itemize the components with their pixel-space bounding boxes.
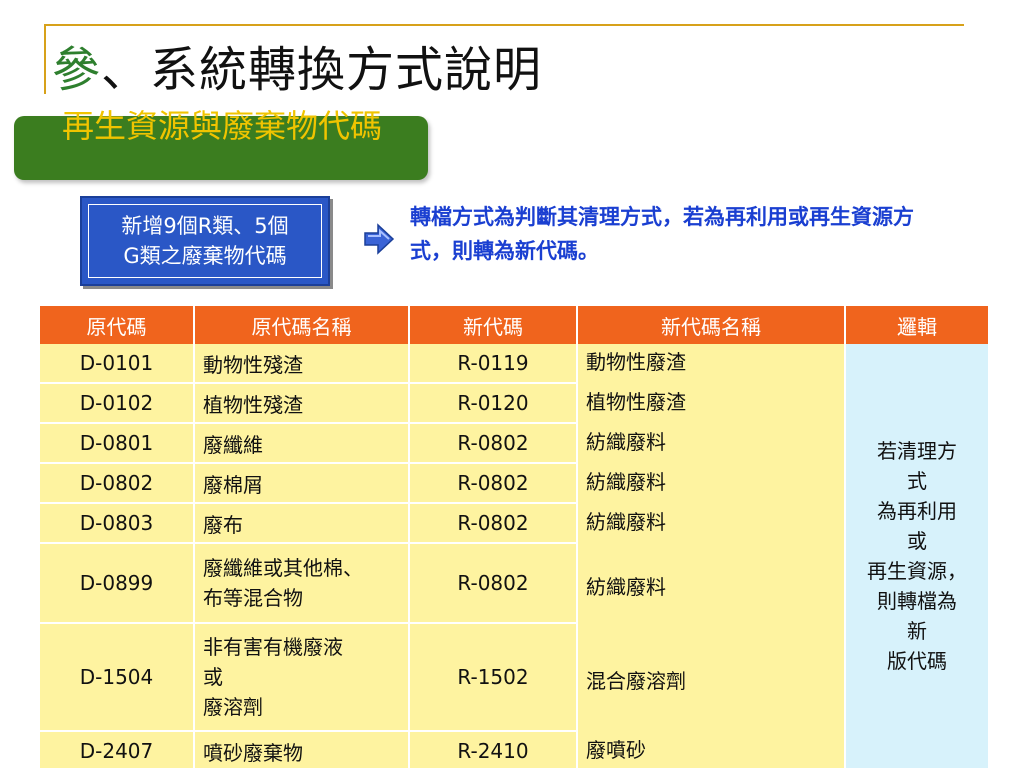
new-code-cell: R-1502 [410,624,578,732]
new-name-cell: 廢噴砂 [578,732,846,768]
new-codes-note-box: 新增9個R類、5個 G類之廢棄物代碼 [80,196,330,286]
table-row: D-0803 廢布 R-0802 紡織廢料 [40,504,988,544]
arrow-right-icon [364,223,395,255]
original-code-cell: D-0102 [40,384,195,424]
new-code-cell: R-0119 [410,344,578,384]
table-row: D-0102 植物性殘渣 R-0120 植物性廢渣 [40,384,988,424]
table-row: D-0801 廢纖維 R-0802 紡織廢料 [40,424,988,464]
original-name-line: 廢溶劑 [203,695,263,719]
logic-line: 若清理方 [877,439,957,463]
logic-line: 式 [907,469,927,493]
logic-line: 為再利用 [877,499,957,523]
table-header-row: 原代碼 原代碼名稱 新代碼 新代碼名稱 邏輯 [40,306,988,344]
logic-line: 新 [907,619,927,643]
original-code-cell: D-0802 [40,464,195,504]
table-row: D-2407 噴砂廢棄物 R-2410 廢噴砂 [40,732,988,768]
new-code-cell: R-2410 [410,732,578,768]
original-name-line: 廢纖維或其他棉、 [203,556,363,580]
new-name-cell: 紡織廢料 [578,544,846,624]
new-code-cell: R-0802 [410,504,578,544]
logic-line: 或 [907,529,927,553]
note-box-text: 新增9個R類、5個 G類之廢棄物代碼 [121,211,288,271]
original-name-cell: 植物性殘渣 [195,384,410,424]
new-name-cell: 混合廢溶劑 [578,624,846,732]
original-name-cell: 廢纖維或其他棉、 布等混合物 [195,544,410,624]
original-code-cell: D-0899 [40,544,195,624]
original-code-cell: D-2407 [40,732,195,768]
original-name-cell: 動物性殘渣 [195,344,410,384]
original-name-line: 非有害有機廢液 [203,635,343,659]
table-row: D-1504 非有害有機廢液 或 廢溶劑 R-1502 混合廢溶劑 [40,624,988,732]
code-mapping-table: 原代碼 原代碼名稱 新代碼 新代碼名稱 邏輯 D-0101 動物性殘渣 R-01… [40,306,988,768]
new-code-cell: R-0802 [410,464,578,504]
note-box-frame: 新增9個R類、5個 G類之廢棄物代碼 [88,204,322,278]
original-name-cell: 噴砂廢棄物 [195,732,410,768]
header-new-name: 新代碼名稱 [578,306,846,344]
header-new-code: 新代碼 [410,306,578,344]
original-code-cell: D-1504 [40,624,195,732]
title-prefix: 參 [52,42,102,98]
new-name-cell: 紡織廢料 [578,424,846,464]
note-line-2: G類之廢棄物代碼 [123,244,287,268]
new-code-cell: R-0120 [410,384,578,424]
logic-cell: 若清理方 式 為再利用 或 再生資源， 則轉檔為 新 版代碼 [846,344,988,768]
table-row: D-0802 廢棉屑 R-0802 紡織廢料 [40,464,988,504]
header-original-name: 原代碼名稱 [195,306,410,344]
conversion-note: 轉檔方式為判斷其清理方式，若為再利用或再生資源方式，則轉為新代碼。 [410,205,914,263]
original-name-cell: 非有害有機廢液 或 廢溶劑 [195,624,410,732]
table-row: D-0899 廢纖維或其他棉、 布等混合物 R-0802 紡織廢料 [40,544,988,624]
original-name-cell: 廢棉屑 [195,464,410,504]
section-label: 再生資源與廢棄物代碼 [61,107,382,145]
original-name-line: 布等混合物 [203,586,303,610]
original-name-cell: 廢纖維 [195,424,410,464]
original-code-cell: D-0101 [40,344,195,384]
logic-line: 則轉檔為 [877,589,957,613]
slide-title: 參、系統轉換方式說明 [52,30,542,100]
new-code-cell: R-0802 [410,424,578,464]
title-top-rule [44,24,964,26]
original-code-cell: D-0801 [40,424,195,464]
new-name-cell: 植物性廢渣 [578,384,846,424]
new-name-cell: 紡織廢料 [578,464,846,504]
original-code-cell: D-0803 [40,504,195,544]
original-name-cell: 廢布 [195,504,410,544]
table-row: D-0101 動物性殘渣 R-0119 動物性廢渣 若清理方 式 為再利用 或 … [40,344,988,768]
new-name-cell: 動物性廢渣 [578,344,846,384]
title-left-rule [44,24,46,94]
new-name-cell: 紡織廢料 [578,504,846,544]
original-name-line: 或 [203,665,223,689]
logic-line: 再生資源， [867,559,967,583]
logic-line: 版代碼 [887,649,947,673]
new-code-cell: R-0802 [410,544,578,624]
header-original-code: 原代碼 [40,306,195,344]
note-line-1: 新增9個R類、5個 [121,214,289,238]
title-text: 、系統轉換方式說明 [101,42,543,98]
header-logic: 邏輯 [846,306,988,344]
